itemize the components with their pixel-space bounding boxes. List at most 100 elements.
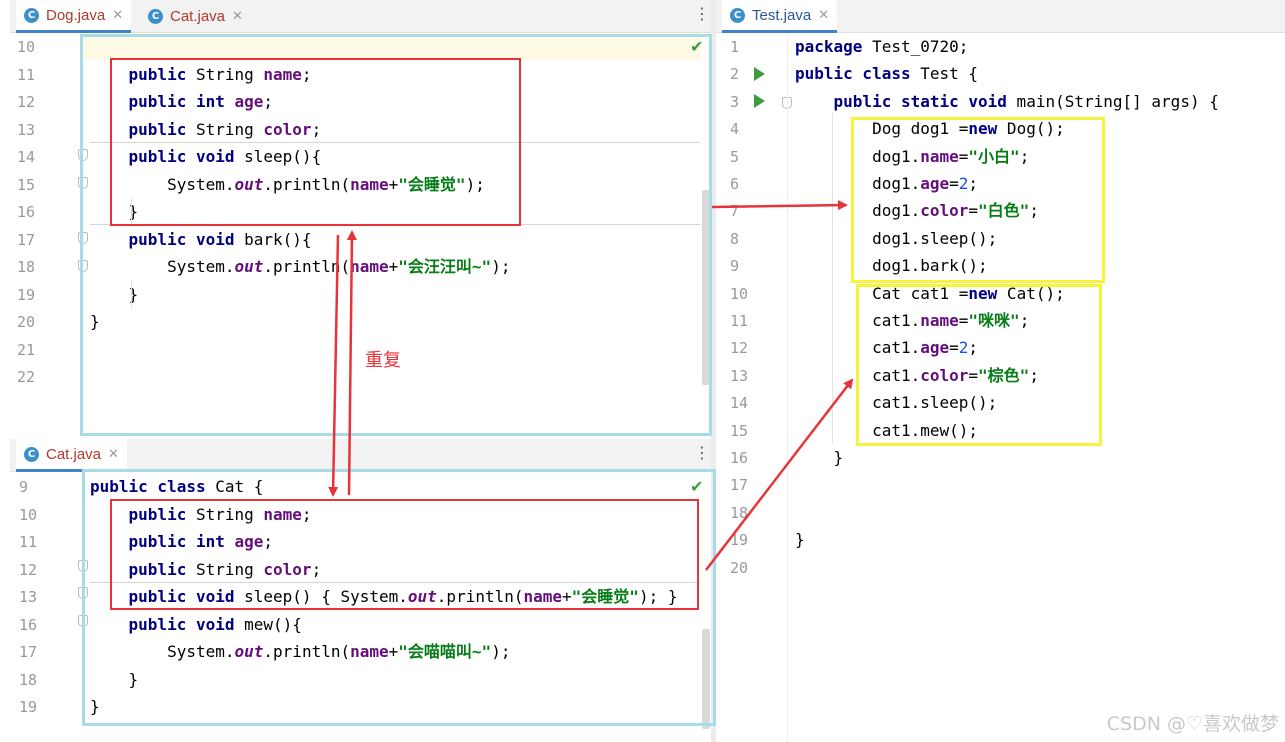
line-number: 16	[17, 203, 36, 221]
duplicate-label: 重复	[365, 350, 401, 371]
indent-guide	[832, 113, 833, 443]
code-line[interactable]: cat1.sleep();	[795, 389, 997, 416]
line-number: 13	[730, 366, 749, 385]
gutter-border	[787, 33, 788, 742]
line-number: 13	[17, 120, 36, 139]
line-number: 11	[730, 312, 749, 330]
inspection-ok-icon[interactable]: ✔	[690, 37, 703, 56]
code-line[interactable]: System.out.println(name+"会汪汪叫~");	[90, 253, 510, 280]
code-line[interactable]: public String name;	[90, 61, 312, 88]
close-icon[interactable]: ✕	[818, 8, 829, 23]
line-number: 19	[17, 285, 36, 304]
code-line[interactable]: public String name;	[90, 501, 312, 528]
scrollbar[interactable]	[702, 629, 710, 729]
fold-marker-icon[interactable]	[78, 260, 88, 272]
scrollbar[interactable]	[702, 190, 710, 385]
tab-label: Dog.java	[46, 6, 106, 24]
close-icon[interactable]: ✕	[232, 9, 243, 24]
code-line[interactable]: cat1.age=2;	[795, 334, 978, 361]
code-line[interactable]: public void sleep(){	[90, 143, 322, 170]
code-line[interactable]: }	[90, 693, 100, 720]
current-line-highlight	[80, 33, 700, 60]
line-number: 16	[19, 615, 38, 634]
more-options-icon[interactable]: ⋮	[694, 6, 710, 22]
line-number: 16	[730, 449, 749, 467]
line-number: 20	[730, 558, 749, 577]
code-area[interactable]: 9 public class Cat {10 public String name…	[10, 472, 714, 742]
code-line[interactable]: System.out.println(name+"会睡觉");	[90, 171, 485, 198]
line-number: 5	[730, 147, 740, 166]
line-number: 18	[19, 670, 38, 689]
code-line[interactable]: public String color;	[90, 116, 322, 143]
line-number: 8	[730, 229, 740, 248]
code-line[interactable]: }	[795, 444, 844, 471]
run-icon[interactable]	[754, 67, 765, 81]
fold-marker-icon[interactable]	[78, 615, 88, 627]
code-line[interactable]: dog1.age=2;	[795, 170, 978, 197]
code-line[interactable]: }	[90, 666, 139, 693]
fold-marker-icon[interactable]	[78, 232, 88, 244]
indent-guide	[131, 198, 132, 226]
fold-marker-icon[interactable]	[78, 177, 88, 189]
code-line[interactable]: dog1.sleep();	[795, 225, 997, 252]
line-number: 19	[730, 531, 749, 550]
code-area[interactable]: 1 package Test_0720; 2 public class Test {3…	[716, 33, 1285, 742]
line-number: 18	[730, 503, 749, 522]
code-line[interactable]: }	[795, 526, 805, 553]
line-number: 10	[17, 38, 36, 56]
tab-cat-java[interactable]: C Cat.java ✕	[140, 0, 251, 33]
code-line[interactable]: public int age;	[90, 88, 274, 115]
cat-editor-pane: C Cat.java ✕ ⋮ 9 public class Cat {10 pub…	[10, 439, 714, 742]
tab-cat-java[interactable]: C Cat.java ✕	[16, 439, 127, 472]
inspection-ok-icon[interactable]: ✔	[690, 477, 703, 496]
class-icon: C	[24, 446, 39, 462]
code-line[interactable]: public class Test {	[795, 60, 978, 87]
class-icon: C	[148, 9, 163, 24]
editor-tab-bar: C Dog.java ✕ C Cat.java ✕ ⋮	[10, 0, 714, 33]
line-number: 22	[17, 368, 36, 386]
line-number: 17	[17, 230, 36, 249]
code-line[interactable]: public void mew(){	[90, 611, 302, 638]
class-icon: C	[24, 7, 39, 23]
method-separator	[90, 142, 700, 143]
fold-marker-icon[interactable]	[78, 149, 88, 161]
code-line[interactable]: public void bark(){	[90, 226, 312, 253]
method-separator	[90, 582, 700, 583]
code-line[interactable]: dog1.name="小白";	[795, 143, 1029, 170]
code-line[interactable]: Cat cat1 =new Cat();	[795, 280, 1065, 307]
code-line[interactable]: package Test_0720;	[795, 33, 968, 60]
code-line[interactable]: cat1.name="咪咪";	[795, 307, 1029, 334]
close-icon[interactable]: ✕	[108, 447, 119, 462]
fold-marker-icon[interactable]	[78, 587, 88, 599]
code-line[interactable]: cat1.mew();	[795, 417, 978, 444]
code-line[interactable]: public static void main(String[] args) {	[795, 88, 1219, 115]
tab-label: Cat.java	[170, 8, 226, 25]
line-number: 14	[730, 394, 749, 413]
tab-dog-java[interactable]: C Dog.java ✕	[16, 0, 132, 33]
code-area[interactable]: 10public class Dog{11 public String name…	[10, 33, 714, 436]
close-icon[interactable]: ✕	[112, 8, 123, 23]
editor-tab-bar: C Cat.java ✕ ⋮	[10, 439, 714, 472]
code-line[interactable]: public String color;	[90, 556, 322, 583]
line-number: 11	[19, 533, 38, 551]
line-number: 15	[17, 175, 36, 194]
line-number: 1	[730, 38, 740, 56]
line-number: 14	[17, 148, 36, 166]
tab-test-java[interactable]: C Test.java ✕	[722, 0, 838, 33]
line-number: 10	[730, 284, 749, 303]
code-line[interactable]: public void sleep() { System.out.println…	[90, 583, 678, 610]
line-number: 10	[19, 505, 38, 524]
run-icon[interactable]	[754, 94, 765, 108]
code-line[interactable]: dog1.bark();	[795, 252, 988, 279]
fold-marker-icon[interactable]	[78, 560, 88, 572]
line-number: 20	[17, 313, 36, 331]
code-line[interactable]: Dog dog1 =new Dog();	[795, 115, 1065, 142]
more-options-icon[interactable]: ⋮	[694, 445, 710, 461]
code-line[interactable]: System.out.println(name+"会喵喵叫~");	[90, 638, 510, 665]
code-line[interactable]: public int age;	[90, 528, 274, 555]
line-number: 6	[730, 175, 740, 193]
watermark: CSDN @♡喜欢做梦	[1106, 713, 1279, 735]
line-number: 12	[730, 339, 749, 358]
code-line[interactable]: public class Cat {	[90, 473, 263, 500]
code-line[interactable]: }	[90, 308, 100, 335]
